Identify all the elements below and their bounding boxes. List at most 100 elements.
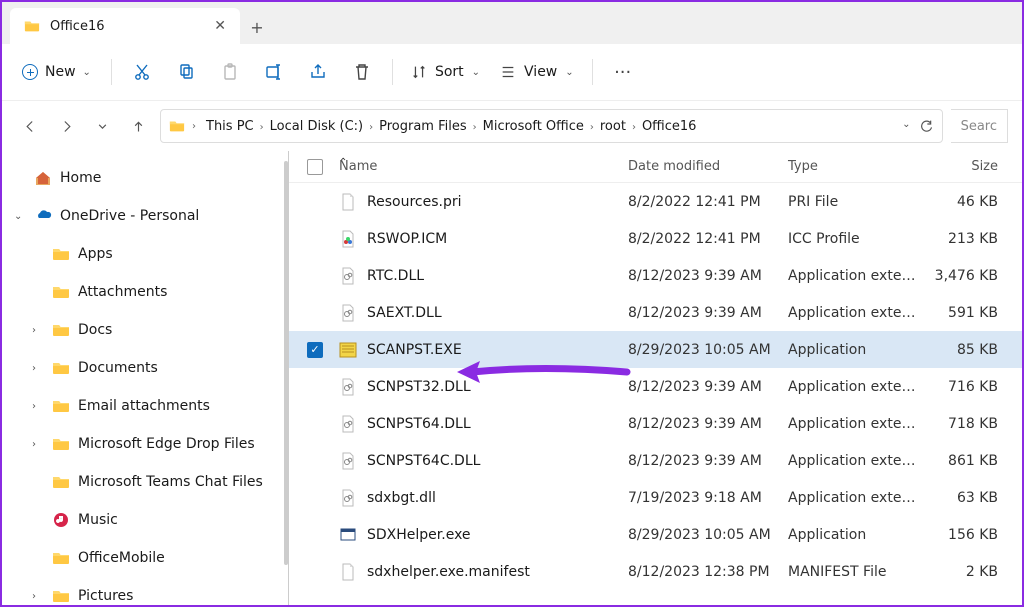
sort-button[interactable]: Sort ⌄ [403, 55, 488, 89]
new-tab-button[interactable]: + [240, 10, 274, 44]
file-row[interactable]: SDXHelper.exe8/29/2023 10:05 AMApplicati… [289, 516, 1022, 553]
sidebar-item[interactable]: Microsoft Teams Chat Files [2, 463, 288, 501]
file-type: Application extens... [788, 379, 918, 395]
folder-icon [169, 118, 185, 134]
column-name[interactable]: ⌃Name [339, 159, 628, 174]
file-type: Application [788, 342, 918, 358]
file-date: 8/12/2023 9:39 AM [628, 416, 788, 432]
more-button[interactable]: ··· [603, 52, 643, 92]
file-row[interactable]: SAEXT.DLL8/12/2023 9:39 AMApplication ex… [289, 294, 1022, 331]
sidebar-item[interactable]: › Pictures [2, 577, 288, 605]
file-icon [339, 378, 357, 396]
sidebar-item[interactable]: ›Microsoft Edge Drop Files [2, 425, 288, 463]
file-icon [339, 304, 357, 322]
folder-icon [52, 397, 70, 415]
expand-icon[interactable]: ⌄ [14, 211, 26, 222]
file-checkbox[interactable] [307, 527, 323, 543]
navigation-pane: Home⌄OneDrive - PersonalAppsAttachments›… [2, 151, 289, 605]
file-icon [339, 193, 357, 211]
rename-button[interactable] [254, 52, 294, 92]
expand-icon[interactable]: › [32, 439, 44, 450]
file-checkbox[interactable] [307, 379, 323, 395]
copy-button[interactable] [166, 52, 206, 92]
share-button[interactable] [298, 52, 338, 92]
select-all-checkbox[interactable] [307, 159, 323, 175]
breadcrumb[interactable]: This PC [203, 117, 257, 136]
back-button[interactable] [16, 112, 44, 140]
file-row[interactable]: SCNPST32.DLL8/12/2023 9:39 AMApplication… [289, 368, 1022, 405]
sidebar-item[interactable]: Attachments [2, 273, 288, 311]
sidebar-item-label: Pictures [78, 588, 133, 604]
file-name: SCNPST64C.DLL [367, 453, 628, 469]
expand-icon[interactable]: › [32, 363, 44, 374]
sidebar-item[interactable]: ›Email attachments [2, 387, 288, 425]
up-button[interactable] [124, 112, 152, 140]
forward-button[interactable] [52, 112, 80, 140]
search-input[interactable]: Searc [951, 109, 1008, 143]
folder-icon [52, 359, 70, 377]
file-checkbox[interactable] [307, 564, 323, 580]
file-checkbox[interactable] [307, 231, 323, 247]
sidebar-item[interactable]: Home [2, 159, 288, 197]
expand-icon[interactable]: › [32, 591, 44, 602]
breadcrumb[interactable]: root [597, 117, 629, 136]
file-size: 63 KB [918, 490, 998, 506]
file-name: SCNPST32.DLL [367, 379, 628, 395]
file-checkbox[interactable] [307, 416, 323, 432]
file-checkbox[interactable] [307, 453, 323, 469]
recent-button[interactable] [88, 112, 116, 140]
file-size: 156 KB [918, 527, 998, 543]
new-button[interactable]: New ⌄ [16, 55, 101, 89]
plus-icon [22, 64, 38, 80]
file-name: SAEXT.DLL [367, 305, 628, 321]
file-row[interactable]: sdxhelper.exe.manifest8/12/2023 12:38 PM… [289, 553, 1022, 590]
file-type: MANIFEST File [788, 564, 918, 580]
sidebar-item[interactable]: Music [2, 501, 288, 539]
file-checkbox[interactable] [307, 490, 323, 506]
file-row[interactable]: RSWOP.ICM8/2/2022 12:41 PMICC Profile213… [289, 220, 1022, 257]
column-date[interactable]: Date modified [628, 159, 788, 174]
file-checkbox[interactable] [307, 305, 323, 321]
file-row[interactable]: RTC.DLL8/12/2023 9:39 AMApplication exte… [289, 257, 1022, 294]
breadcrumb[interactable]: Local Disk (C:) [267, 117, 366, 136]
file-icon [339, 230, 357, 248]
music-icon [52, 511, 70, 529]
file-checkbox[interactable] [307, 268, 323, 284]
file-size: 591 KB [918, 305, 998, 321]
file-icon [339, 489, 357, 507]
file-icon [339, 563, 357, 581]
sidebar-item[interactable]: ⌄OneDrive - Personal [2, 197, 288, 235]
breadcrumb[interactable]: Program Files [376, 117, 470, 136]
breadcrumb[interactable]: Office16 [639, 117, 700, 136]
chevron-down-icon[interactable]: ⌄ [902, 119, 910, 134]
folder-icon [52, 473, 70, 491]
cut-button[interactable] [122, 52, 162, 92]
expand-icon[interactable]: › [32, 401, 44, 412]
view-button[interactable]: View ⌄ [492, 55, 582, 89]
refresh-icon[interactable] [919, 119, 934, 134]
expand-icon[interactable]: › [32, 325, 44, 336]
address-bar[interactable]: › This PC›Local Disk (C:)›Program Files›… [160, 109, 943, 143]
sidebar-item[interactable]: ›Docs [2, 311, 288, 349]
paste-button[interactable] [210, 52, 250, 92]
file-type: Application extens... [788, 453, 918, 469]
sidebar-item[interactable]: ›Documents [2, 349, 288, 387]
chevron-down-icon: ⌄ [472, 67, 480, 78]
sidebar-item[interactable]: OfficeMobile [2, 539, 288, 577]
file-date: 8/12/2023 9:39 AM [628, 379, 788, 395]
column-size[interactable]: Size [918, 159, 998, 174]
tab-office16[interactable]: Office16 ✕ [10, 8, 240, 44]
file-row[interactable]: Resources.pri8/2/2022 12:41 PMPRI File46… [289, 183, 1022, 220]
tab-close-icon[interactable]: ✕ [214, 18, 226, 34]
navigation-bar: › This PC›Local Disk (C:)›Program Files›… [2, 101, 1022, 151]
file-checkbox[interactable] [307, 342, 323, 358]
sidebar-item[interactable]: Apps [2, 235, 288, 273]
file-row[interactable]: SCNPST64.DLL8/12/2023 9:39 AMApplication… [289, 405, 1022, 442]
file-row[interactable]: SCNPST64C.DLL8/12/2023 9:39 AMApplicatio… [289, 442, 1022, 479]
file-row[interactable]: sdxbgt.dll7/19/2023 9:18 AMApplication e… [289, 479, 1022, 516]
file-row[interactable]: SCANPST.EXE8/29/2023 10:05 AMApplication… [289, 331, 1022, 368]
delete-button[interactable] [342, 52, 382, 92]
file-checkbox[interactable] [307, 194, 323, 210]
column-type[interactable]: Type [788, 159, 918, 174]
breadcrumb[interactable]: Microsoft Office [480, 117, 587, 136]
